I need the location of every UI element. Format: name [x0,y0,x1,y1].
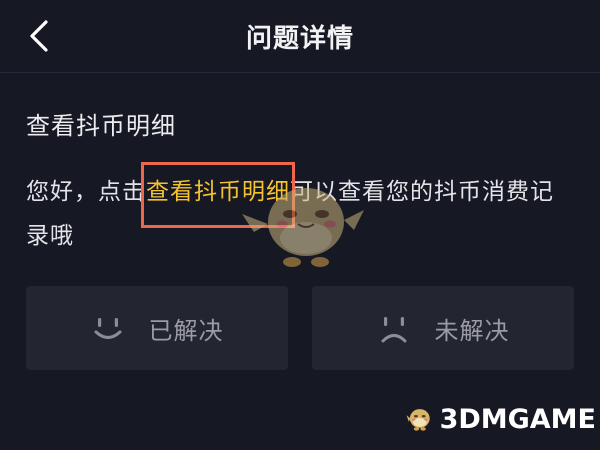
answer-prefix: 您好，点击 [26,179,146,205]
unresolved-button[interactable]: 未解决 [312,286,574,370]
nav-divider [0,72,600,73]
answer-text: 您好，点击查看抖币明细可以查看您的抖币消费记录哦 [26,170,574,258]
question-title: 查看抖币明细 [26,112,176,140]
resolved-label: 已解决 [148,316,224,345]
page-title: 问题详情 [245,24,354,54]
smile-icon [91,311,125,345]
mascot-logo-icon [406,409,430,431]
view-coin-details-link[interactable]: 查看抖币明细 [146,179,290,205]
sad-face-icon [377,311,411,345]
nav-bar: 问题详情 [0,0,600,72]
watermark: 3DMGAME [406,394,596,444]
watermark-text: 3DMGAME [439,403,596,435]
unresolved-label: 未解决 [434,316,510,345]
resolved-button[interactable]: 已解决 [26,286,288,370]
